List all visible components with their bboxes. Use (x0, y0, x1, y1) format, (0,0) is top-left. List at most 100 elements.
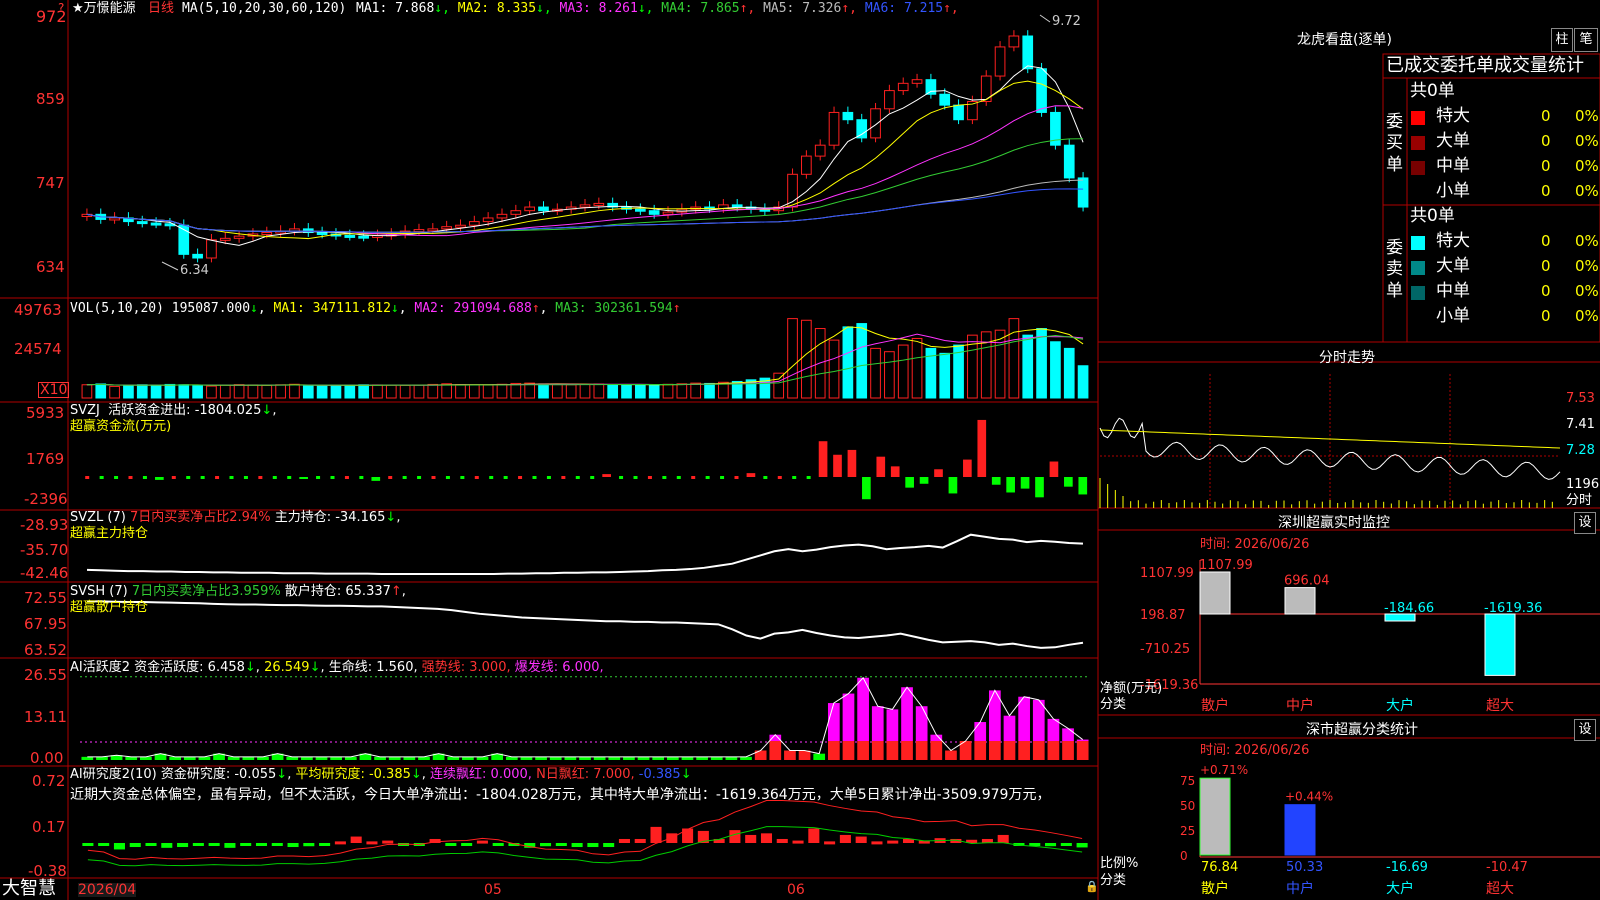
svzj-bar-8 (200, 476, 205, 479)
ai-research-bar-49 (855, 836, 867, 843)
vol-axis-1: 49763 (14, 301, 62, 319)
ai-research-bar-63 (1076, 843, 1088, 848)
svzj-bar-13 (272, 476, 277, 479)
vol-bar-20 (358, 384, 369, 399)
ai-active-bar-67 (1062, 741, 1074, 760)
ai-research-bar-42 (745, 834, 757, 843)
sz-ylabel: 净额(万元) (1100, 681, 1163, 696)
ai-research-bar-1 (98, 843, 110, 846)
ai-research-bar-58 (997, 834, 1009, 843)
ai-research-bar-11 (255, 843, 268, 846)
svzj-bar-52 (833, 454, 842, 477)
low-marker (161, 261, 179, 271)
ai-research-line-red (87, 800, 1083, 860)
ai-active-top-58 (930, 734, 943, 742)
cls-bar-0 (1199, 777, 1231, 856)
period-label[interactable]: 日线 (148, 2, 174, 15)
svzl-label2: 主力持仓: (274, 510, 332, 525)
ai-active-bar-68 (1076, 741, 1089, 760)
vol-bar-23 (399, 384, 411, 399)
candle-52 (801, 155, 812, 175)
ai-research-bar-60 (1029, 843, 1041, 846)
svzl-label1: 7日内买卖净占比2.94% (129, 510, 271, 525)
ai-active-bar-66 (1047, 741, 1060, 760)
high-label: 9.72 (1052, 14, 1081, 29)
ma-arrow-2: ↓, (536, 1, 560, 16)
ai-active-top-52 (842, 693, 855, 742)
svzj-bar-57 (905, 477, 914, 488)
sell-row-name-4: 小单 (1436, 306, 1470, 326)
candle-25 (427, 228, 439, 232)
cls-settings-button[interactable]: 设 (1574, 719, 1596, 741)
vol-title: VOL(5,10,20) 195087.000↓, MA1: 347111.81… (70, 301, 681, 316)
ai-research-bar-15 (319, 843, 331, 846)
column-view-button[interactable]: 柱 (1551, 28, 1573, 52)
sz-bar-label-1: 696.04 (1284, 574, 1330, 589)
sz-bar-label-3: -1619.36 (1484, 601, 1542, 616)
ma-arrow-3: ↓, (637, 1, 662, 16)
sell-row-value-4: 0 (1541, 307, 1551, 325)
candle-19 (344, 234, 356, 238)
stock-name[interactable]: ★万憬能源 (72, 2, 136, 15)
vol-bar-28 (468, 384, 480, 399)
low-label: 6.34 (180, 263, 209, 278)
svzj-bar-37 (619, 476, 624, 479)
date-tick-3: 06 (787, 882, 805, 898)
svzj-bar-69 (1078, 477, 1088, 495)
svzj-bar-25 (445, 476, 450, 479)
vol-bar-17 (316, 385, 328, 399)
ai-research-ndays: N日飘红: 7.000, (536, 767, 635, 782)
candle-4 (136, 221, 148, 225)
sz-cat-3: 超大 (1486, 698, 1514, 714)
svzj-bar-22 (402, 476, 407, 479)
ai-research-bar-13 (287, 843, 299, 848)
buy-row-name-4: 小单 (1436, 181, 1470, 201)
vol-bar-19 (344, 384, 356, 399)
cls-title: 深市超赢分类统计 (1306, 722, 1418, 738)
candle-42 (662, 211, 674, 215)
sell-total: 共0单 (1410, 206, 1455, 226)
vol-bar-54 (828, 339, 840, 399)
cls-time: 时间: 2026/06/26 (1200, 743, 1310, 758)
vol-axis-2: 24574 (14, 340, 62, 358)
vol-bar-52 (801, 319, 812, 399)
intraday-avg-line (1099, 429, 1561, 449)
candle-71 (1063, 144, 1075, 179)
ai-research-bar-17 (350, 836, 362, 843)
help-icon[interactable]: ? (58, 2, 64, 14)
ai-active-axis-2: 13.11 (24, 708, 67, 726)
vol-bar-9 (206, 385, 217, 399)
tick-view-button[interactable]: 笔 (1574, 28, 1598, 52)
candle-17 (316, 232, 328, 236)
ai-research-bar-38 (682, 828, 694, 843)
ai-active-top-51 (827, 703, 840, 742)
buy-row-pct-3: 0% (1575, 157, 1599, 175)
svzj-bar-38 (633, 476, 638, 479)
ai-active-bar-61 (974, 741, 987, 760)
svzj-bar-6 (171, 476, 176, 479)
cls-ylabel: 比例% (1100, 856, 1139, 871)
svsh-subtitle: 超赢散户持仓 (70, 600, 149, 615)
ai-research-name: AI研究度2(10) (70, 767, 157, 782)
svzj-bar-54 (862, 477, 871, 500)
sz-settings-button[interactable]: 设 (1574, 512, 1596, 534)
sell-row-pct-1: 0% (1575, 232, 1599, 250)
ai-research-bar-23 (445, 843, 457, 846)
ai-active-axis-3: 0.00 (30, 749, 64, 767)
buy-row-value-3: 0 (1541, 157, 1551, 175)
ai-active-top-64 (1018, 696, 1030, 742)
vol-bar-45 (704, 382, 715, 399)
candle-33 (538, 206, 549, 212)
sell-row-pct-3: 0% (1575, 282, 1599, 300)
svzj-subtitle: 超赢资金流(万元) (70, 419, 172, 434)
date-tick-1: 2026/04 (78, 882, 137, 898)
vol-bar-57 (870, 347, 881, 399)
vol-bar-34 (551, 384, 563, 399)
vol-bar-72 (1077, 365, 1089, 399)
vol-bar-10 (219, 384, 231, 399)
ai-research-bar-43 (760, 833, 773, 843)
ai-active-burst: 爆发线: 6.000, (514, 660, 604, 675)
svzj-bar-41 (676, 476, 681, 479)
ai-active-top-53 (857, 677, 869, 742)
ai-active-top-54 (871, 706, 884, 742)
